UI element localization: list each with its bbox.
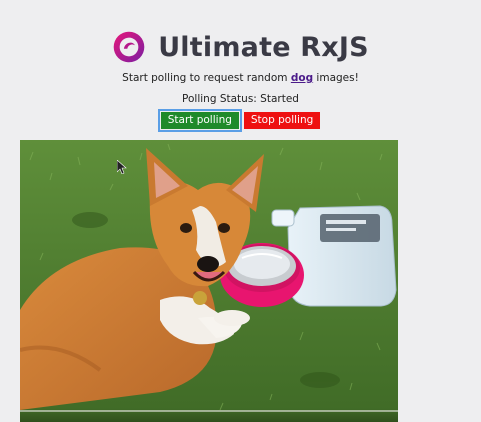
button-row: Start polling Stop polling [0,112,481,129]
image-bottom-shadow [20,408,398,422]
mouse-cursor-icon [117,160,127,174]
corgi-photo [20,140,398,422]
intro-prefix: Start polling to request random [122,72,291,84]
stop-polling-button[interactable]: Stop polling [244,112,320,129]
page-title: Ultimate RxJS [158,32,369,63]
intro-text: Start polling to request random dog imag… [0,72,481,84]
page-header: Ultimate RxJS [0,30,481,64]
dog-link[interactable]: dog [291,72,313,84]
dog-image [20,140,398,422]
polling-status: Polling Status: Started [0,93,481,105]
intro-suffix: images! [313,72,359,84]
rxjs-logo-icon [112,30,146,64]
start-polling-button[interactable]: Start polling [161,112,239,129]
